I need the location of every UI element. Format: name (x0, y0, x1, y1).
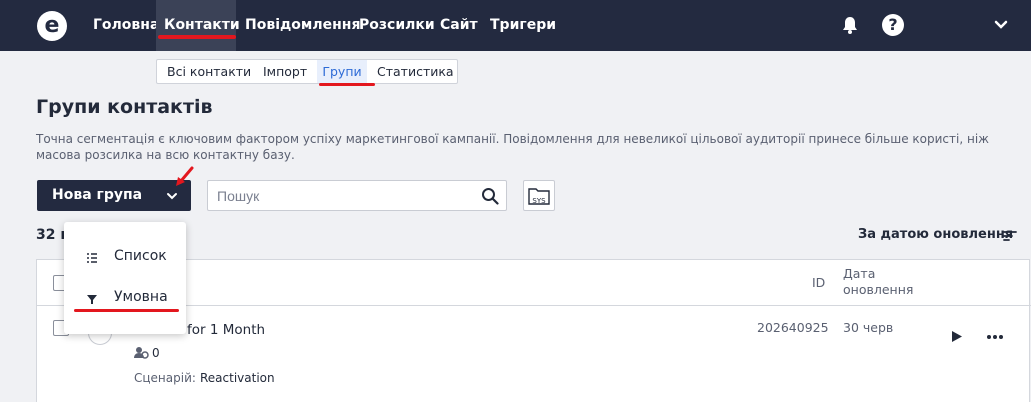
menu-item-label: Умовна (114, 289, 168, 305)
logo-icon[interactable]: e (37, 11, 67, 41)
contacts-subtabs: Всі контакти Імпорт Групи Статистика (156, 59, 458, 84)
group-user-count: 0 (152, 346, 160, 360)
filter-icon (87, 295, 97, 304)
sys-label: SYS (532, 197, 546, 205)
more-icon[interactable] (986, 330, 1004, 344)
nav-item-site[interactable]: Сайт (440, 0, 478, 51)
chevron-down-icon[interactable] (166, 190, 178, 202)
system-groups-button[interactable]: SYS (523, 180, 555, 211)
menu-highlight-underline (74, 309, 179, 312)
folder-sys-icon: SYS (528, 188, 550, 205)
column-header-date[interactable]: Дата оновлення (843, 266, 933, 298)
nav-item-mailings[interactable]: Розсилки (359, 0, 435, 51)
group-id: 202640925 (757, 320, 829, 335)
menu-item-label: Список (114, 248, 167, 264)
nav-item-home[interactable]: Головна (93, 0, 159, 51)
page-description: Точна сегментація є ключовим фактором ус… (36, 132, 989, 162)
tab-groups[interactable]: Групи (317, 60, 367, 83)
tab-import[interactable]: Імпорт (263, 60, 307, 83)
top-nav: e Головна Контакти Повідомлення Розсилки… (0, 0, 1031, 51)
new-group-button[interactable]: Нова група (37, 180, 191, 211)
group-name[interactable]: for 1 Month (187, 322, 265, 338)
table-header: ID Дата оновлення (37, 260, 1031, 306)
new-group-label: Нова група (52, 187, 143, 203)
new-group-dropdown: Список Умовна (64, 222, 186, 334)
menu-item-conditional[interactable]: Умовна (64, 279, 186, 319)
scenario-label: Сценарій: (134, 371, 196, 385)
group-count: 32 г (36, 227, 68, 243)
tab-all-contacts[interactable]: Всі контакти (167, 60, 251, 83)
list-icon (87, 253, 97, 263)
play-icon[interactable] (951, 330, 963, 343)
nav-item-contacts[interactable]: Контакти (156, 0, 240, 51)
annotation-arrow-icon (176, 166, 194, 186)
search-box (207, 180, 507, 211)
scenario-value[interactable]: Reactivation (200, 371, 275, 385)
search-icon[interactable] (481, 187, 499, 205)
tab-statistics[interactable]: Статистика (377, 60, 454, 83)
nav-item-triggers[interactable]: Тригери (490, 0, 556, 51)
sort-icon[interactable] (1003, 230, 1017, 242)
nav-item-messages[interactable]: Повідомлення (245, 0, 360, 51)
users-icon (134, 347, 149, 359)
sort-selector[interactable]: За датою оновлення (858, 227, 1013, 242)
help-icon[interactable]: ? (882, 14, 904, 36)
chevron-down-icon[interactable] (990, 14, 1012, 36)
column-header-id[interactable]: ID (812, 275, 825, 290)
group-updated-date: 30 черв (843, 320, 894, 335)
active-tab-highlight (319, 83, 375, 86)
active-nav-highlight (158, 35, 236, 39)
bell-icon[interactable] (839, 14, 861, 36)
menu-item-list[interactable]: Список (64, 238, 186, 278)
page-title: Групи контактів (36, 96, 213, 118)
search-input[interactable] (217, 181, 477, 210)
